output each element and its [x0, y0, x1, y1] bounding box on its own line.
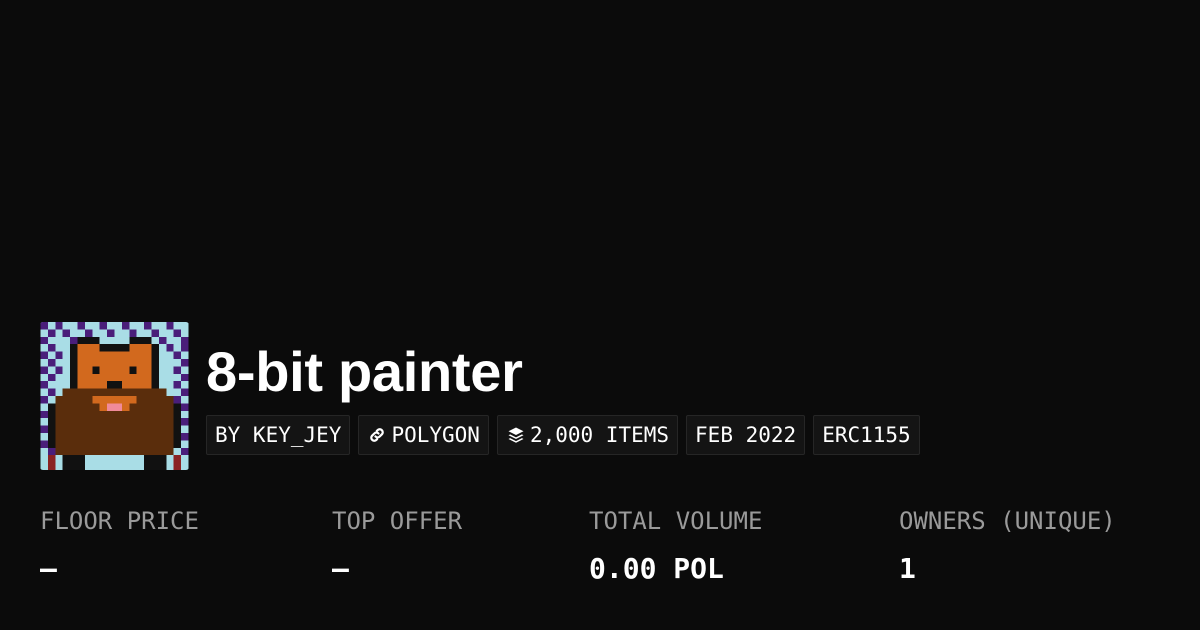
- items-label: 2,000 ITEMS: [529, 423, 670, 447]
- collection-meta-chips: BY KEY_JEY POLYGON 2,000 ITEMS FEB 2022 …: [206, 415, 920, 455]
- stat-floor-price: FLOOR PRICE –: [40, 500, 199, 590]
- stat-value: –: [332, 552, 349, 585]
- collection-title: 8-bit painter: [206, 340, 523, 403]
- collection-avatar: [40, 322, 189, 470]
- items-chip[interactable]: 2,000 ITEMS: [496, 415, 679, 455]
- stat-value: –: [40, 552, 57, 585]
- stat-value: 0.00 POL: [589, 552, 724, 585]
- creator-chip[interactable]: BY KEY_JEY: [206, 415, 351, 455]
- stat-top-offer: TOP OFFER –: [332, 500, 462, 590]
- date-chip: FEB 2022: [686, 415, 806, 455]
- stat-value: 1: [899, 552, 916, 585]
- standard-label: ERC1155: [822, 423, 911, 447]
- chain-label: POLYGON: [391, 423, 480, 447]
- date-label: FEB 2022: [695, 423, 797, 447]
- collection-stats: FLOOR PRICE – TOP OFFER – TOTAL VOLUME 0…: [0, 500, 1200, 610]
- stat-label: FLOOR PRICE: [40, 507, 199, 535]
- layers-icon: [506, 425, 526, 445]
- chain-link-icon: [367, 425, 387, 445]
- standard-chip: ERC1155: [813, 415, 920, 455]
- stat-owners-unique: OWNERS (UNIQUE) 1: [899, 500, 1116, 590]
- stat-label: OWNERS (UNIQUE): [899, 507, 1116, 535]
- stat-label: TOP OFFER: [332, 507, 463, 535]
- avatar-pixel-bear-image: [40, 322, 189, 470]
- stat-total-volume: TOTAL VOLUME 0.00 POL: [589, 500, 762, 590]
- stat-label: TOTAL VOLUME: [589, 507, 763, 535]
- chain-chip[interactable]: POLYGON: [358, 415, 489, 455]
- creator-label: BY KEY_JEY: [215, 423, 342, 447]
